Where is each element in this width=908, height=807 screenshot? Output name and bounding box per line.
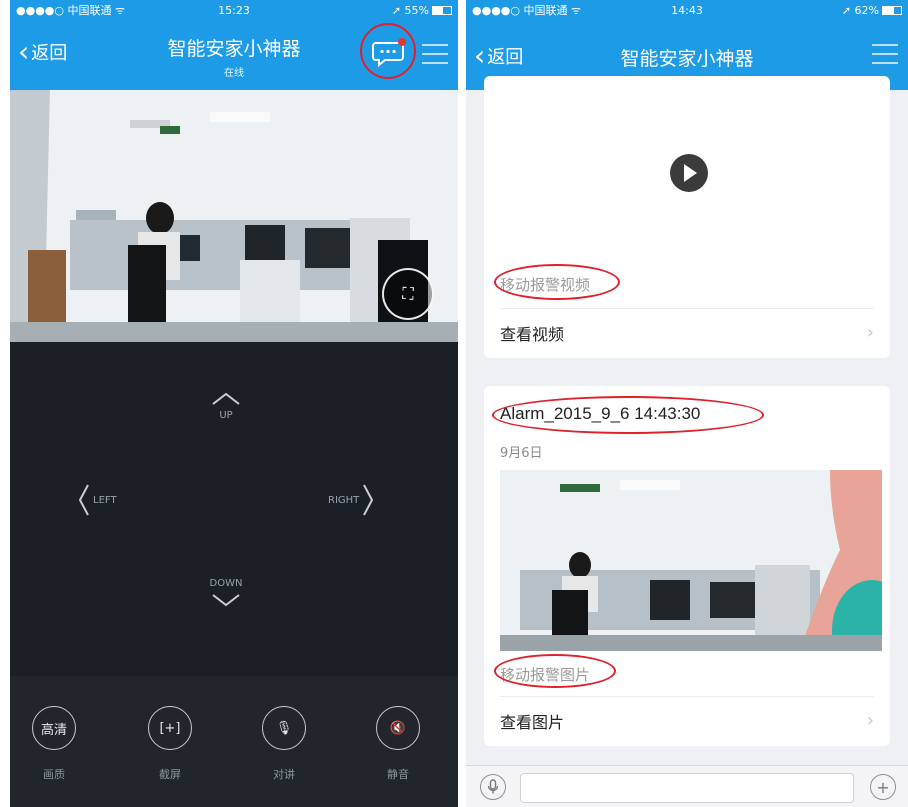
alarm-snapshot[interactable] — [500, 470, 882, 651]
add-button[interactable]: + — [870, 774, 896, 800]
mute-icon: 🔇 — [376, 706, 420, 750]
status-time: 14:43 — [671, 3, 703, 17]
left-label: LEFT — [93, 494, 117, 506]
view-image-label: 查看图片 — [500, 712, 565, 732]
view-image-button[interactable]: 查看图片 › — [500, 696, 874, 744]
down-label: DOWN — [209, 578, 243, 589]
mute-button[interactable]: 🔇 静音 — [368, 706, 428, 782]
hamburger-menu-icon[interactable] — [872, 44, 898, 66]
fullscreen-button[interactable]: ⛶ — [382, 268, 434, 320]
office-snapshot-image — [500, 470, 882, 651]
intercom-button[interactable]: 🎙 对讲 — [254, 706, 314, 782]
chevron-down-icon — [212, 594, 240, 607]
alarm-date: 9月6日 — [500, 446, 543, 461]
alarm-image-card: Alarm_2015_9_6 14:43:30 9月6日 移动报警图片 查看图片… — [484, 386, 890, 746]
chevron-right-icon — [363, 484, 374, 516]
battery-percent: ➚ 62% — [841, 3, 879, 17]
pan-up-button[interactable]: UP — [206, 392, 246, 421]
fullscreen-icon: ⛶ — [402, 284, 414, 303]
voice-input-button[interactable] — [480, 774, 506, 800]
video-caption: 移动报警视频 — [500, 276, 591, 294]
battery-icon — [431, 6, 452, 15]
battery-status: ➚ 55% — [307, 4, 452, 17]
pan-right-button[interactable]: RIGHT — [328, 482, 374, 518]
message-input[interactable] — [520, 773, 854, 803]
page-title: 智能安家小神器 — [620, 48, 754, 70]
status-bar: ●●●●○ 中国联通 ᯤ 14:43 ➚ 62% — [466, 0, 908, 20]
chat-button[interactable] — [372, 38, 406, 68]
battery-icon — [881, 6, 902, 15]
battery-percent: ➚ 55% — [391, 3, 429, 17]
carrier-signal: ●●●●○ 中国联通 ᯤ — [472, 4, 582, 17]
alarm-title: Alarm_2015_9_6 14:43:30 — [500, 404, 701, 423]
ptz-control-pad: UP LEFT RIGHT DOWN — [10, 342, 458, 676]
play-icon[interactable] — [670, 154, 708, 192]
microphone-icon: 🎙 — [262, 706, 306, 750]
unread-dot — [398, 38, 406, 46]
chevron-right-icon: › — [866, 710, 874, 731]
nav-bar: ‹ 返回 智能安家小神器 在线 — [10, 20, 458, 90]
message-input-bar: + — [466, 765, 908, 807]
view-video-button[interactable]: 查看视频 › — [500, 308, 874, 356]
view-video-label: 查看视频 — [500, 324, 565, 344]
status-time: 15:23 — [218, 3, 250, 17]
hamburger-menu-icon[interactable] — [422, 44, 448, 66]
screenshot-button[interactable]: [+] 截屏 — [140, 706, 200, 782]
pan-left-button[interactable]: LEFT — [78, 482, 117, 518]
battery-status: ➚ 62% — [759, 4, 902, 17]
intercom-label: 对讲 — [273, 768, 295, 781]
live-video[interactable]: ⛶ — [10, 90, 458, 342]
alarm-video-card: 移动报警视频 查看视频 › — [484, 76, 890, 358]
alarm-messages-screen: ●●●●○ 中国联通 ᯤ 14:43 ➚ 62% ‹ 返回 智能安家小神器 移动… — [466, 0, 908, 807]
mute-label: 静音 — [387, 768, 409, 781]
quality-label: 画质 — [43, 768, 65, 781]
screenshot-label: 截屏 — [159, 768, 181, 781]
quality-icon: 高清 — [32, 706, 76, 750]
chevron-right-icon: › — [866, 322, 874, 343]
image-caption: 移动报警图片 — [500, 666, 591, 684]
control-bar: 高清 画质 [+] 截屏 🎙 对讲 🔇 静音 — [10, 676, 458, 807]
carrier-signal: ●●●●○ 中国联通 ᯤ — [16, 4, 126, 17]
chevron-up-icon — [212, 392, 240, 405]
right-label: RIGHT — [328, 494, 360, 506]
camera-live-screen: ●●●●○ 中国联通 ᯤ 15:23 ➚ 55% ‹ 返回 智能安家小神器 在线 — [10, 0, 458, 807]
microphone-icon — [487, 779, 499, 794]
screenshot-icon: [+] — [148, 706, 192, 750]
quality-button[interactable]: 高清 画质 — [24, 706, 84, 782]
chevron-left-icon — [78, 484, 89, 516]
plus-icon: + — [876, 777, 890, 797]
status-bar: ●●●●○ 中国联通 ᯤ 15:23 ➚ 55% — [10, 0, 458, 20]
pan-down-button[interactable]: DOWN — [201, 578, 251, 607]
up-label: UP — [219, 410, 233, 421]
